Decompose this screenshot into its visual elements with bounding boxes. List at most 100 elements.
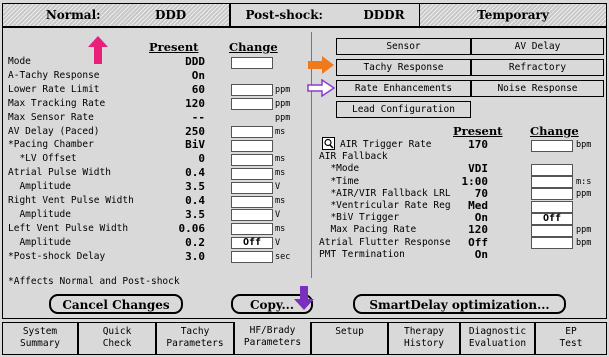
right-param-change-field[interactable]: Off [531, 212, 573, 225]
tab-quick-check[interactable]: Quick Check [78, 322, 156, 355]
left-param-unit: sec [275, 251, 291, 262]
tab-label-line1: HF/Brady [249, 325, 296, 336]
tab-system-summary[interactable]: System Summary [2, 322, 78, 355]
lead-configuration-button[interactable]: Lead Configuration [336, 101, 471, 118]
right-param-change-field[interactable] [531, 176, 573, 189]
tab-label-line2: Parameters [243, 337, 302, 348]
left-param-change-field[interactable] [231, 139, 273, 152]
right-param-unit: bpm [576, 140, 592, 150]
right-param-label: Max Pacing Rate [319, 224, 417, 236]
right-param-change-field[interactable] [531, 163, 573, 176]
right-param-value: VDI [468, 162, 488, 176]
left-param-value: On [191, 68, 205, 82]
sensor-button[interactable]: Sensor [336, 38, 471, 55]
normal-value: DDD [154, 8, 187, 22]
right-param-value: 170 [468, 138, 488, 151]
left-param-change-field[interactable] [231, 195, 273, 208]
left-present-header: Present [149, 40, 199, 54]
right-param-value: On [474, 211, 488, 225]
left-param-value: 0.4 [185, 166, 205, 180]
right-param-unit: bpm [576, 237, 592, 248]
tab-tachy-parameters[interactable]: Tachy Parameters [156, 322, 234, 355]
parameter-panel: Present Change Mode DDD A-Tachy Response On… [2, 27, 607, 319]
left-param-unit: V [275, 237, 281, 248]
tab-diagnostic-evaluation[interactable]: Diagnostic Evaluation [460, 322, 535, 355]
tab-label-line2: Summary [19, 338, 61, 349]
right-param-change-field[interactable] [531, 200, 573, 213]
tab-hf-brady-parameters[interactable]: HF/Brady Parameters [234, 322, 311, 355]
smartdelay-optimization-button[interactable]: SmartDelay optimization... [353, 294, 566, 314]
left-param-unit: ms [275, 168, 286, 179]
tachy-response-button[interactable]: Tachy Response [336, 59, 471, 76]
tab-setup[interactable]: Setup [311, 322, 388, 355]
tab-label-line1: System [22, 326, 58, 337]
tab-label-line1: Diagnostic [468, 326, 527, 337]
left-param-value: 250 [185, 124, 205, 138]
right-param-value: Off [468, 235, 488, 249]
down-arrow-annotation-icon [294, 286, 314, 310]
tab-therapy-history[interactable]: Therapy History [388, 322, 460, 355]
left-param-value: BiV [185, 138, 205, 152]
right-param-change-field[interactable] [531, 237, 573, 250]
left-param-change-field[interactable] [231, 167, 273, 180]
tab-label-line2: Check [102, 338, 132, 349]
right-param-unit: ppm [576, 188, 592, 199]
refractory-button[interactable]: Refractory [471, 59, 604, 76]
left-param-value: 60 [191, 82, 205, 96]
right-param-change-field[interactable] [531, 188, 573, 201]
left-param-unit: ms [275, 223, 286, 234]
left-param-label: Lower Rate Limit [8, 83, 100, 95]
right-param-label: AIR Trigger Rate [340, 139, 432, 150]
tab-ep-test[interactable]: EP Test [535, 322, 607, 355]
left-param-change-field[interactable] [231, 153, 273, 166]
left-param-change-field[interactable] [231, 209, 273, 222]
footnote-text: *Affects Normal and Post-shock [8, 276, 180, 287]
right-present-header: Present [453, 124, 503, 138]
left-param-value: 3.0 [185, 249, 205, 263]
noise-response-button[interactable]: Noise Response [471, 80, 604, 97]
cancel-changes-button[interactable]: Cancel Changes [49, 294, 183, 314]
left-param-change-field[interactable] [231, 223, 273, 236]
left-param-label: AV Delay (Paced) [8, 125, 100, 137]
left-param-change-field[interactable] [231, 126, 273, 138]
rate-enhancements-button[interactable]: Rate Enhancements [336, 80, 471, 97]
right-param-change-field[interactable] [531, 224, 573, 237]
right-param-value: 1:00 [461, 174, 489, 188]
left-param-change-field[interactable] [231, 251, 273, 264]
right-param-label: AIR Fallback [319, 151, 388, 163]
right-param-label: *Mode [319, 163, 360, 175]
left-param-label: A-Tachy Response [8, 69, 100, 81]
right-param-value: 120 [468, 223, 488, 237]
right-arrow-annotation-icon [308, 56, 334, 74]
normal-mode-tab[interactable]: Normal: DDD [3, 4, 230, 26]
left-param-unit: ppm [275, 84, 291, 95]
right-param-label: *Time [319, 175, 360, 187]
right-param-label: PMT Termination [319, 248, 405, 260]
right-param-change-field[interactable] [531, 139, 573, 152]
tab-label-line2: Parameters [166, 338, 224, 349]
left-param-value: -- [191, 110, 205, 124]
postshock-mode-tab[interactable]: Post-shock: DDDR [230, 4, 420, 26]
left-param-change-field[interactable] [231, 181, 273, 194]
right-param-value: Med [468, 199, 488, 212]
temporary-mode-tab[interactable]: Temporary [420, 4, 606, 26]
left-param-label: *Pacing Chamber [8, 139, 94, 151]
left-param-label: *LV Offset [8, 153, 77, 165]
right-param-value: On [474, 247, 488, 261]
left-param-value: 0.4 [185, 194, 205, 207]
left-param-label: Amplitude [8, 208, 71, 220]
left-param-change-field[interactable]: Off [231, 237, 273, 250]
left-param-label: Amplitude [8, 236, 71, 248]
left-param-change-field[interactable] [231, 98, 273, 111]
magnifier-icon [324, 138, 334, 149]
left-param-label: Max Sensor Rate [8, 111, 94, 123]
left-param-change-field[interactable] [231, 56, 273, 69]
left-param-label: Amplitude [8, 181, 71, 193]
tab-label-line2: History [403, 338, 445, 349]
left-param-change-field[interactable] [231, 84, 273, 97]
left-param-unit: V [275, 182, 281, 193]
tab-label-line2: Test [559, 338, 583, 349]
av-delay-button[interactable]: AV Delay [471, 38, 604, 55]
magnifier-button[interactable] [322, 137, 335, 150]
left-change-header: Change [229, 40, 278, 54]
